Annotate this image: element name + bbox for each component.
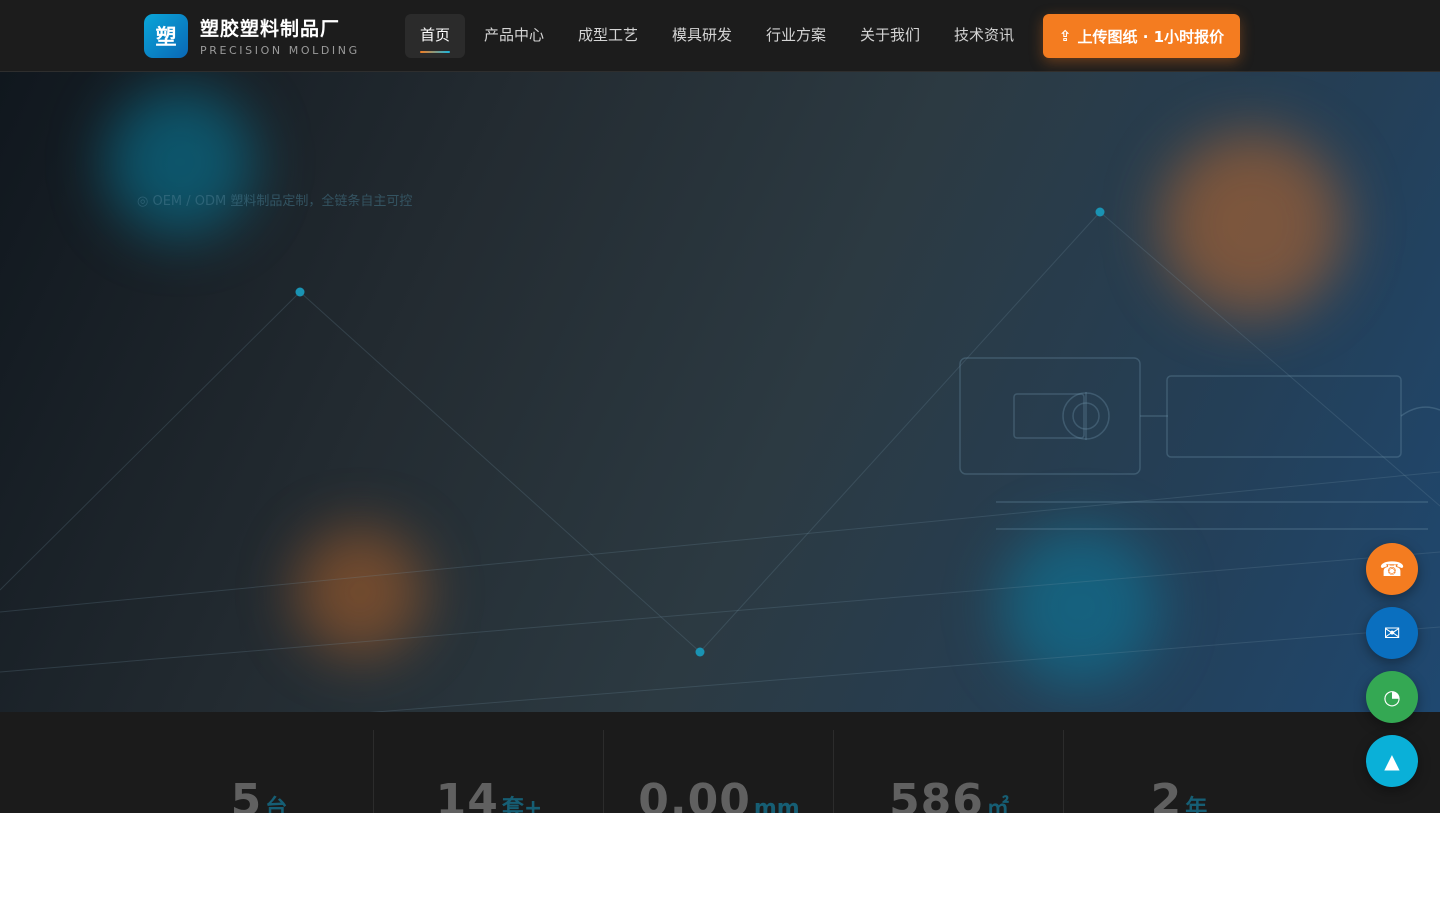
upload-quote-button[interactable]: ⇪ 上传图纸 · 1小时报价 (1043, 14, 1240, 58)
hero-tagline: ◎ OEM / ODM 塑料制品定制，全链条自主可控 (137, 194, 413, 209)
network-node (695, 647, 705, 657)
phone-icon: ☎ (1379, 557, 1405, 581)
stat-value: 5 (230, 775, 263, 813)
nav-item-molding-process[interactable]: 成型工艺 (568, 14, 648, 58)
stat-unit: 台 (265, 796, 288, 813)
stat-item: 5台 (144, 712, 374, 813)
brand-name[interactable]: 塑胶塑料制品厂 (200, 14, 340, 41)
perspective-line (0, 471, 1440, 613)
nav-item-mold-rd[interactable]: 模具研发 (662, 14, 742, 58)
stat-unit: 套+ (501, 796, 543, 813)
hero-banner: ◎ OEM / ODM 塑料制品定制，全链条自主可控 (0, 72, 1440, 712)
network-line (0, 211, 1440, 653)
nav-item-products[interactable]: 产品中心 (474, 14, 554, 58)
stat-value: 14 (435, 775, 499, 813)
stat-item: 586 ㎡ (834, 712, 1064, 813)
hero-network-graphic (0, 207, 1440, 712)
perspective-line (0, 551, 1440, 673)
stats-bar: 5台 14 套+ 0.00 mm 586 ㎡ 2年 (0, 712, 1440, 813)
logo-icon[interactable]: 塑 (144, 14, 188, 58)
wechat-button[interactable]: ◔ (1366, 671, 1418, 723)
stat-unit: ㎡ (986, 796, 1009, 813)
upload-icon: ⇪ (1058, 27, 1072, 45)
network-node (1095, 207, 1105, 217)
perspective-line (369, 626, 1440, 712)
back-to-top-button[interactable]: ▲ (1366, 735, 1418, 787)
nav-item-solutions[interactable]: 行业方案 (756, 14, 836, 58)
stat-value: 2 (1150, 775, 1183, 813)
message-button[interactable]: ✉ (1366, 607, 1418, 659)
brand-subtitle: PRECISION MOLDING (200, 44, 360, 57)
nav-item-about[interactable]: 关于我们 (850, 14, 930, 58)
nav-item-home[interactable]: 首页 (405, 14, 465, 58)
stat-item: 14 套+ (374, 712, 604, 813)
wechat-icon: ◔ (1383, 685, 1401, 709)
top-icon: ▲ (1384, 749, 1400, 773)
message-icon: ✉ (1383, 621, 1401, 645)
stat-item: 2年 (1064, 712, 1294, 813)
site-header: 塑 塑胶塑料制品厂 PRECISION MOLDING 首页 产品中心 成型工艺… (0, 0, 1440, 72)
stat-value: 586 (889, 775, 984, 813)
stat-unit: 年 (1185, 796, 1208, 813)
network-node (295, 287, 305, 297)
nav-item-news[interactable]: 技术资讯 (944, 14, 1024, 58)
upload-quote-label: 上传图纸 · 1小时报价 (1077, 27, 1225, 46)
stat-unit: mm (753, 796, 800, 813)
stat-item: 0.00 mm (604, 712, 834, 813)
stat-value: 0.00 (638, 775, 751, 813)
network-nodes (295, 207, 1105, 657)
phone-button[interactable]: ☎ (1366, 543, 1418, 595)
